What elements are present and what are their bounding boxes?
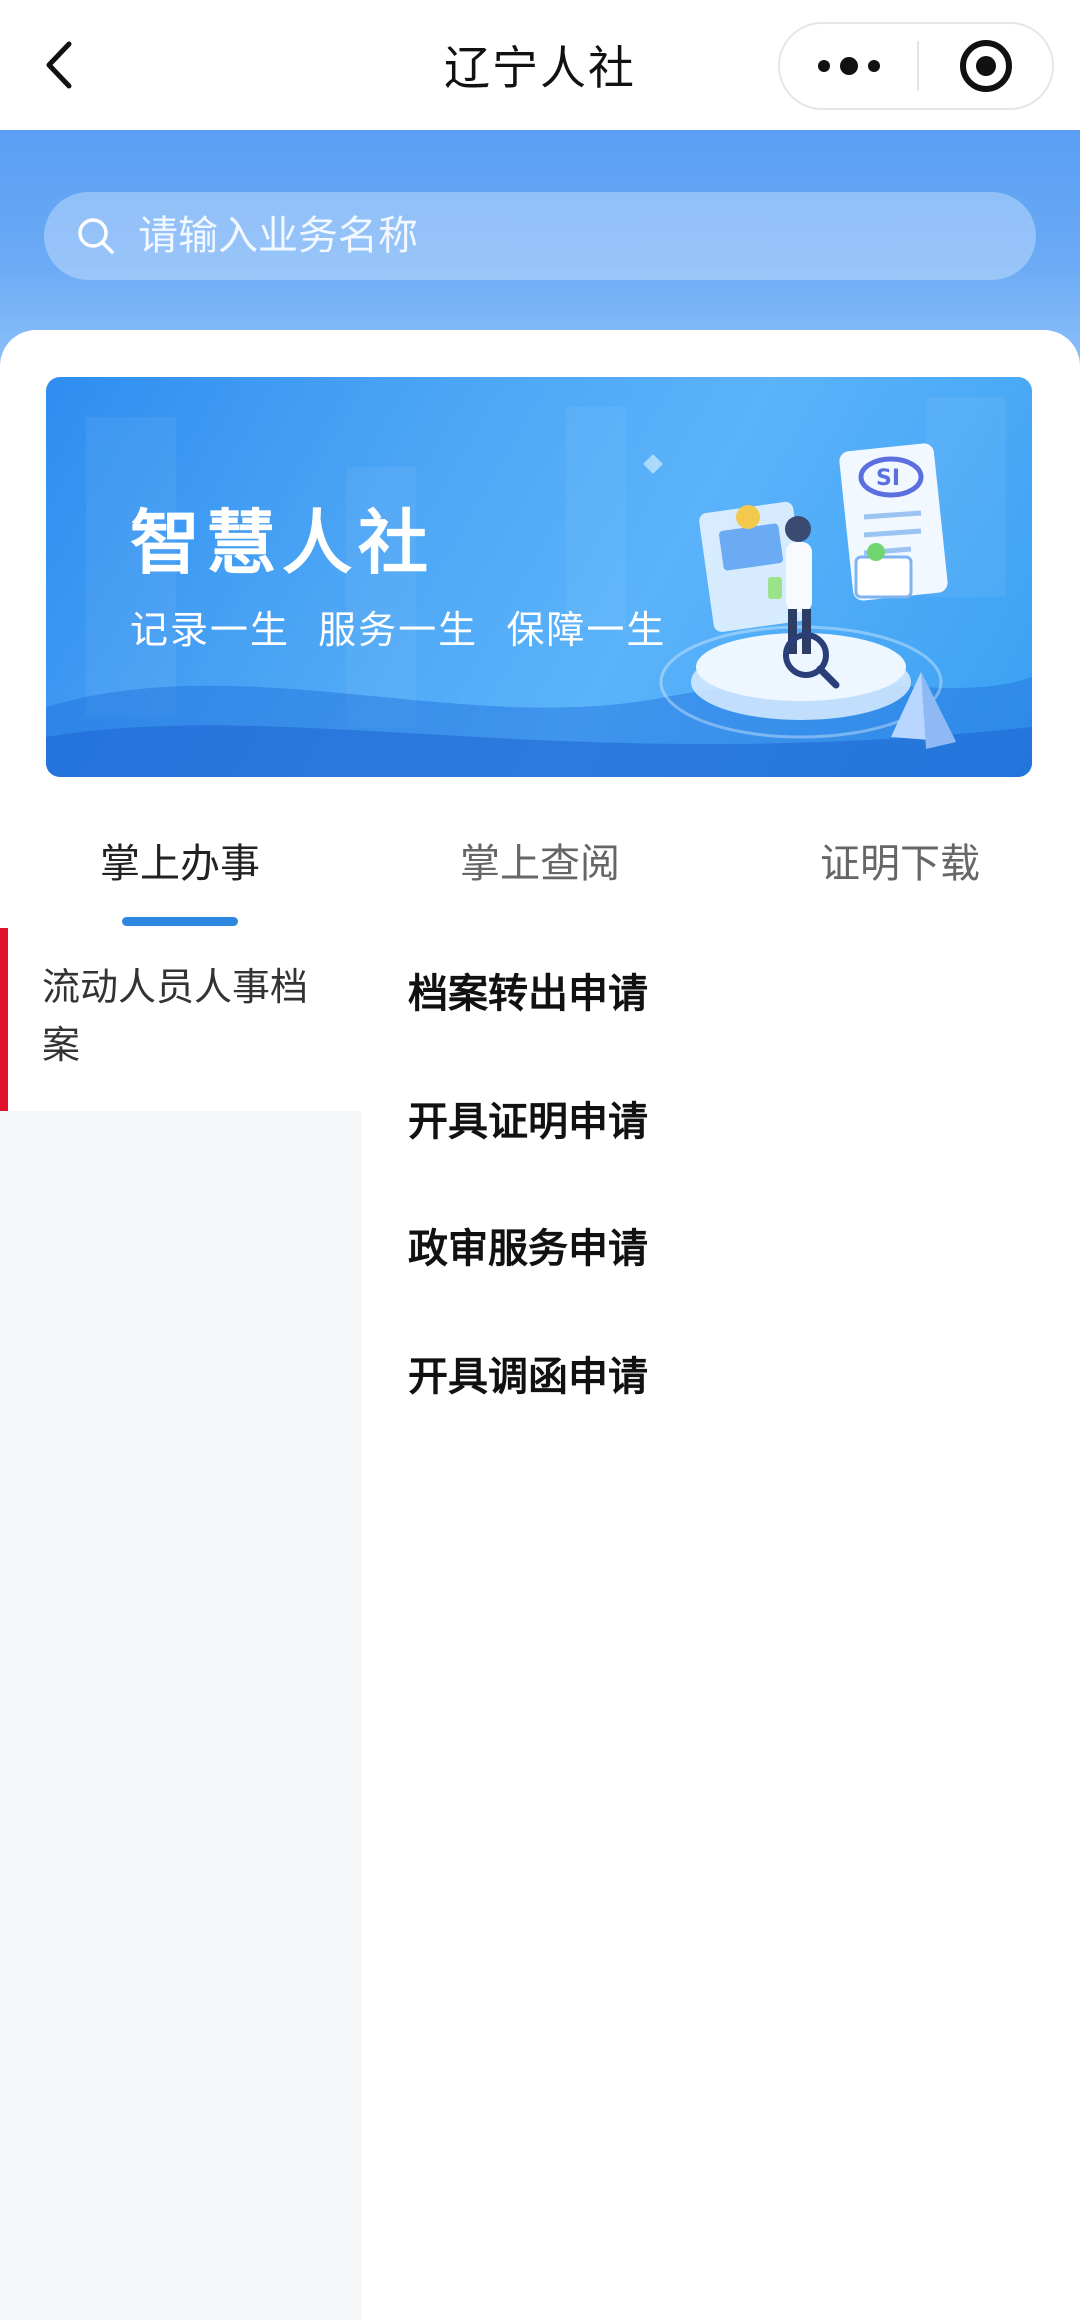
tab-query[interactable]: 掌上查阅 bbox=[360, 800, 720, 920]
banner-subtitle: 记录一生 服务一生 保障一生 bbox=[130, 608, 667, 652]
target-icon bbox=[959, 40, 1012, 92]
more-dots-icon bbox=[817, 57, 880, 75]
navigation-bar: 辽宁人社 bbox=[0, 0, 1080, 130]
category-label: 流动人员人事档案 bbox=[42, 965, 309, 1067]
selected-category-marker bbox=[0, 928, 8, 1111]
category-sidebar: 流动人员人事档案 bbox=[0, 928, 362, 2320]
service-archive-transfer-out[interactable]: 档案转出申请 bbox=[408, 950, 1008, 1030]
banner-title: 智慧人社 bbox=[130, 502, 434, 584]
back-button[interactable] bbox=[30, 30, 90, 100]
chevron-left-icon bbox=[46, 41, 72, 89]
tab-handle-affairs[interactable]: 掌上办事 bbox=[0, 800, 360, 920]
search-icon bbox=[74, 214, 118, 258]
service-certificate-issue[interactable]: 开具证明申请 bbox=[408, 1078, 1008, 1158]
tab-certificate-download[interactable]: 证明下载 bbox=[720, 800, 1080, 920]
search-bar[interactable] bbox=[44, 192, 1036, 280]
mini-program-capsule bbox=[778, 22, 1054, 110]
category-item-personnel-archives[interactable]: 流动人员人事档案 bbox=[0, 928, 362, 1111]
active-tab-indicator bbox=[122, 917, 238, 926]
page: 辽宁人社 请输入业务名称 SI 智慧人社 记录一生 服务一生 保障一生 掌上办事… bbox=[0, 0, 1080, 2320]
tab-bar: 掌上办事 掌上查阅 证明下载 bbox=[0, 800, 1080, 930]
close-mini-program-button[interactable] bbox=[919, 24, 1052, 108]
search-input[interactable] bbox=[138, 192, 1036, 280]
service-list: 档案转出申请 开具证明申请 政审服务申请 开具调函申请 bbox=[362, 928, 1080, 2320]
promo-banner[interactable]: SI 智慧人社 记录一生 服务一生 保障一生 bbox=[46, 377, 1032, 777]
service-transfer-letter[interactable]: 开具调函申请 bbox=[408, 1333, 1008, 1413]
svg-text:SI: SI bbox=[876, 466, 900, 491]
more-button[interactable] bbox=[780, 24, 917, 108]
service-political-review[interactable]: 政审服务申请 bbox=[408, 1205, 1008, 1285]
